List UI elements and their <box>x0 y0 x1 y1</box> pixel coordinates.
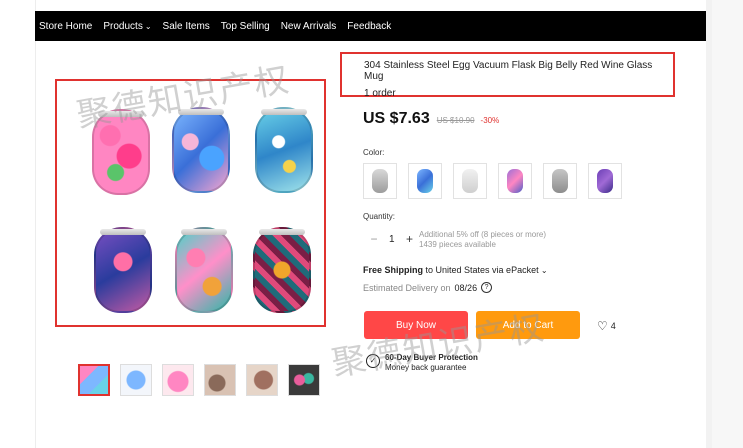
nav-store-home[interactable]: Store Home <box>39 21 92 32</box>
discount-badge: -30% <box>480 116 500 125</box>
thumbnail-2[interactable] <box>120 364 152 396</box>
store-nav-bar: Store Home Products ⌄ Sale Items Top Sell… <box>35 11 706 41</box>
quantity-value[interactable]: 1 <box>389 234 395 245</box>
nav-sale-items[interactable]: Sale Items <box>163 21 210 32</box>
wishlist-button[interactable]: ♡ 4 <box>597 319 616 333</box>
question-icon[interactable]: ? <box>481 282 493 293</box>
color-swatch-white[interactable] <box>453 163 487 199</box>
color-swatch-blue[interactable] <box>408 163 442 199</box>
chevron-down-icon: ⌄ <box>538 266 548 275</box>
color-swatches <box>363 163 633 199</box>
quantity-label: Quantity: <box>363 212 396 221</box>
thumbnail-4[interactable] <box>204 364 236 396</box>
color-swatch-purple[interactable] <box>588 163 622 199</box>
chevron-down-icon: ⌄ <box>144 21 152 31</box>
thumbnail-3[interactable] <box>162 364 194 396</box>
color-swatch-purple-pink[interactable] <box>498 163 532 199</box>
nav-new-arrivals[interactable]: New Arrivals <box>281 21 337 32</box>
product-title-box: 304 Stainless Steel Egg Vacuum Flask Big… <box>340 52 675 99</box>
heart-icon: ♡ <box>597 319 608 333</box>
quantity-stepper: − 1 + <box>367 232 417 246</box>
protection-title: 60-Day Buyer Protection <box>385 353 478 362</box>
price-row: US $7.63 US $10.90 -30% <box>363 110 499 128</box>
cup-purple-paisley <box>94 227 152 313</box>
original-price: US $10.90 <box>436 116 475 125</box>
buy-now-button[interactable]: Buy Now <box>364 311 468 339</box>
cup-pink-floral <box>92 109 150 195</box>
shipping-info[interactable]: Free Shipping to United States via ePack… <box>363 265 548 275</box>
color-swatch-grey[interactable] <box>543 163 577 199</box>
thumbnail-6[interactable] <box>288 364 320 396</box>
order-count: 1 order <box>364 88 396 99</box>
delivery-estimate: Estimated Delivery on 08/26 ? <box>363 282 493 293</box>
main-product-image[interactable] <box>55 79 326 327</box>
nav-feedback[interactable]: Feedback <box>347 21 391 32</box>
thumbnail-1[interactable] <box>78 364 110 396</box>
page-scroll-area <box>712 0 743 448</box>
color-swatch-silver[interactable] <box>363 163 397 199</box>
current-price: US $7.63 <box>363 110 430 127</box>
cup-teal-sailboat <box>255 107 313 193</box>
nav-top-selling[interactable]: Top Selling <box>221 21 270 32</box>
increase-quantity-button[interactable]: + <box>403 232 417 246</box>
thumbnail-strip <box>78 364 330 396</box>
protection-subtitle: Money back guarantee <box>385 363 467 372</box>
cup-geometric <box>253 227 311 313</box>
check-shield-icon: ✓ <box>366 354 380 368</box>
wishlist-count: 4 <box>610 321 616 331</box>
quantity-note: Additional 5% off (8 pieces or more) 143… <box>419 230 547 249</box>
buyer-protection: ✓ 60-Day Buyer Protection Money back gua… <box>366 353 478 373</box>
cup-mint-floral <box>175 227 233 313</box>
add-to-cart-button[interactable]: Add to Cart <box>476 311 580 339</box>
cup-blue-pink <box>172 107 230 193</box>
thumbnail-5[interactable] <box>246 364 278 396</box>
product-title: 304 Stainless Steel Egg Vacuum Flask Big… <box>364 60 653 82</box>
nav-products[interactable]: Products ⌄ <box>103 21 151 32</box>
delivery-date: 08/26 <box>454 282 478 293</box>
color-label: Color: <box>363 148 385 157</box>
left-gutter <box>0 0 36 448</box>
decrease-quantity-button[interactable]: − <box>367 232 381 246</box>
